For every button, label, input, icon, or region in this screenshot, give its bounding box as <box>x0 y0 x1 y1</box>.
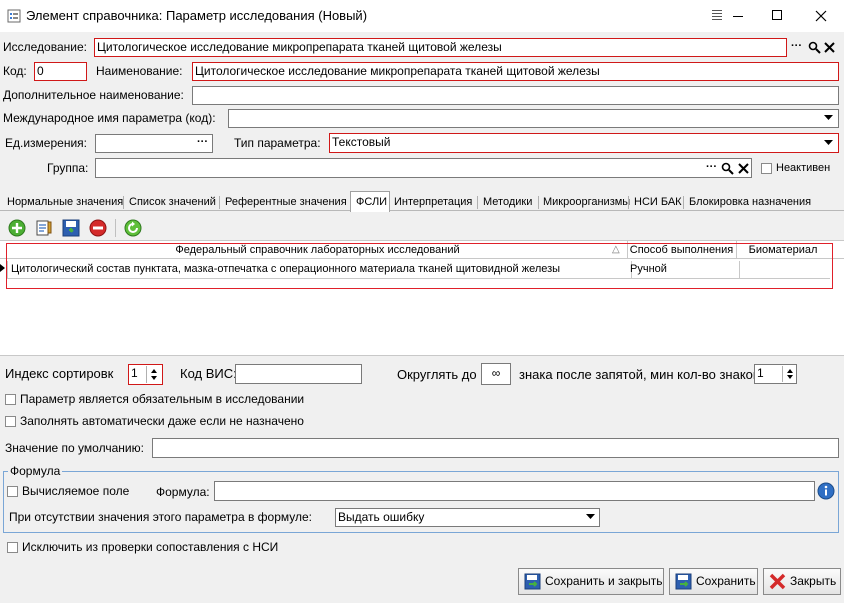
tab-nsi-bak[interactable]: НСИ БАК <box>632 193 684 211</box>
international-name-combo[interactable] <box>228 109 839 128</box>
tab-reference-values[interactable]: Референтные значения <box>223 193 349 211</box>
round-input[interactable]: ∞ <box>481 363 511 385</box>
group-select-button[interactable]: ··· <box>703 160 720 177</box>
spinner-buttons[interactable] <box>782 366 796 382</box>
close-x-icon <box>769 573 786 590</box>
code-label: Код: <box>3 64 27 78</box>
toolbar-separator <box>115 219 116 237</box>
close-button[interactable]: Закрыть <box>763 568 841 595</box>
menu-grip-icon[interactable] <box>712 10 722 22</box>
close-label: Закрыть <box>790 574 837 588</box>
name-input[interactable]: Цитологическое исследование микропрепара… <box>192 62 839 81</box>
computed-label: Вычисляемое поле <box>22 484 130 498</box>
tab-methods[interactable]: Методики <box>481 193 534 211</box>
clear-icon[interactable] <box>824 42 835 53</box>
formula-group-label: Формула <box>8 463 63 479</box>
group-label: Группа: <box>47 161 89 175</box>
round-label: Округлять до <box>397 367 477 382</box>
additional-name-input[interactable] <box>192 86 839 105</box>
add-icon[interactable] <box>8 219 26 237</box>
unit-label: Ед.измерения: <box>5 136 87 150</box>
minimize-icon[interactable] <box>733 16 743 17</box>
tab-fsli[interactable]: ФСЛИ <box>354 193 389 211</box>
param-type-label: Тип параметра: <box>234 136 321 150</box>
inactive-label: Неактивен <box>776 162 831 174</box>
study-input[interactable]: Цитологическое исследование микропрепара… <box>94 38 787 57</box>
sort-index-label: Индекс сортировк <box>5 366 114 381</box>
additional-name-label: Дополнительное наименование: <box>3 88 184 102</box>
tab-normal-values[interactable]: Нормальные значения <box>5 193 125 211</box>
tab-value-list[interactable]: Список значений <box>127 193 218 211</box>
search-icon[interactable] <box>721 162 734 175</box>
save-and-close-button[interactable]: Сохранить и закрыть <box>518 568 664 595</box>
save-button[interactable]: Сохранить <box>669 568 758 595</box>
save-icon <box>675 573 692 590</box>
mandatory-label: Параметр является обязательным в исследо… <box>20 392 305 406</box>
digits-label: знака после запятой, мин кол-во знаков <box>519 367 760 382</box>
exclude-nsi-label: Исключить из проверки сопоставления с НС… <box>22 540 279 554</box>
missing-value-label: При отсутствии значения этого параметра … <box>9 510 313 524</box>
delete-icon[interactable] <box>89 219 107 237</box>
search-icon[interactable] <box>808 41 821 54</box>
unit-select-button[interactable]: ··· <box>194 135 211 152</box>
tab-order-lock[interactable]: Блокировка назначения <box>687 193 813 211</box>
spinner-buttons[interactable] <box>146 366 161 383</box>
vis-code-input[interactable] <box>235 364 362 384</box>
chevron-down-icon[interactable] <box>824 115 833 121</box>
save-icon[interactable] <box>62 219 80 237</box>
save-and-close-label: Сохранить и закрыть <box>545 574 663 588</box>
vis-code-label: Код ВИС: <box>180 366 237 381</box>
inactive-checkbox[interactable] <box>761 163 772 174</box>
name-label: Наименование: <box>96 64 183 78</box>
maximize-icon[interactable] <box>772 10 782 20</box>
chevron-down-icon[interactable] <box>824 140 833 146</box>
info-icon[interactable] <box>817 482 835 500</box>
code-input[interactable]: 0 <box>34 62 87 81</box>
edit-document-icon[interactable] <box>35 219 53 237</box>
refresh-icon[interactable] <box>124 219 142 237</box>
window-title: Элемент справочника: Параметр исследован… <box>26 8 368 23</box>
row-indicator-icon <box>0 264 5 272</box>
close-icon[interactable] <box>815 10 827 22</box>
tab-separator <box>123 196 124 209</box>
study-select-button[interactable]: ··· <box>788 39 805 56</box>
save-label: Сохранить <box>696 574 756 588</box>
default-value-label: Значение по умолчанию: <box>5 441 144 455</box>
default-value-input[interactable] <box>152 438 839 458</box>
param-type-combo[interactable]: Текстовый <box>329 133 839 153</box>
clear-icon[interactable] <box>738 163 749 174</box>
save-close-icon <box>524 573 541 590</box>
group-input[interactable] <box>95 158 752 178</box>
tab-microorganisms[interactable]: Микроорганизмы <box>541 193 632 211</box>
missing-value-select[interactable]: Выдать ошибку <box>335 508 600 527</box>
exclude-nsi-checkbox[interactable] <box>7 542 18 553</box>
tab-interpretation[interactable]: Интерпретация <box>392 193 474 211</box>
formula-label: Формула: <box>156 485 210 499</box>
highlight-box <box>6 243 833 289</box>
title-bar: Элемент справочника: Параметр исследован… <box>0 0 844 32</box>
tab-separator <box>477 196 478 209</box>
autofill-label: Заполнять автоматически даже если не наз… <box>20 414 304 428</box>
chevron-down-icon[interactable] <box>586 514 595 520</box>
tab-separator <box>538 196 539 209</box>
international-name-label: Международное имя параметра (код): <box>3 111 216 125</box>
mandatory-checkbox[interactable] <box>5 394 16 405</box>
window-app-icon <box>7 9 21 23</box>
formula-input[interactable] <box>214 481 815 501</box>
tab-separator <box>628 196 629 209</box>
computed-checkbox[interactable] <box>7 486 18 497</box>
study-label: Исследование: <box>3 40 87 54</box>
tab-separator <box>683 196 684 209</box>
tab-separator <box>219 196 220 209</box>
autofill-checkbox[interactable] <box>5 416 16 427</box>
